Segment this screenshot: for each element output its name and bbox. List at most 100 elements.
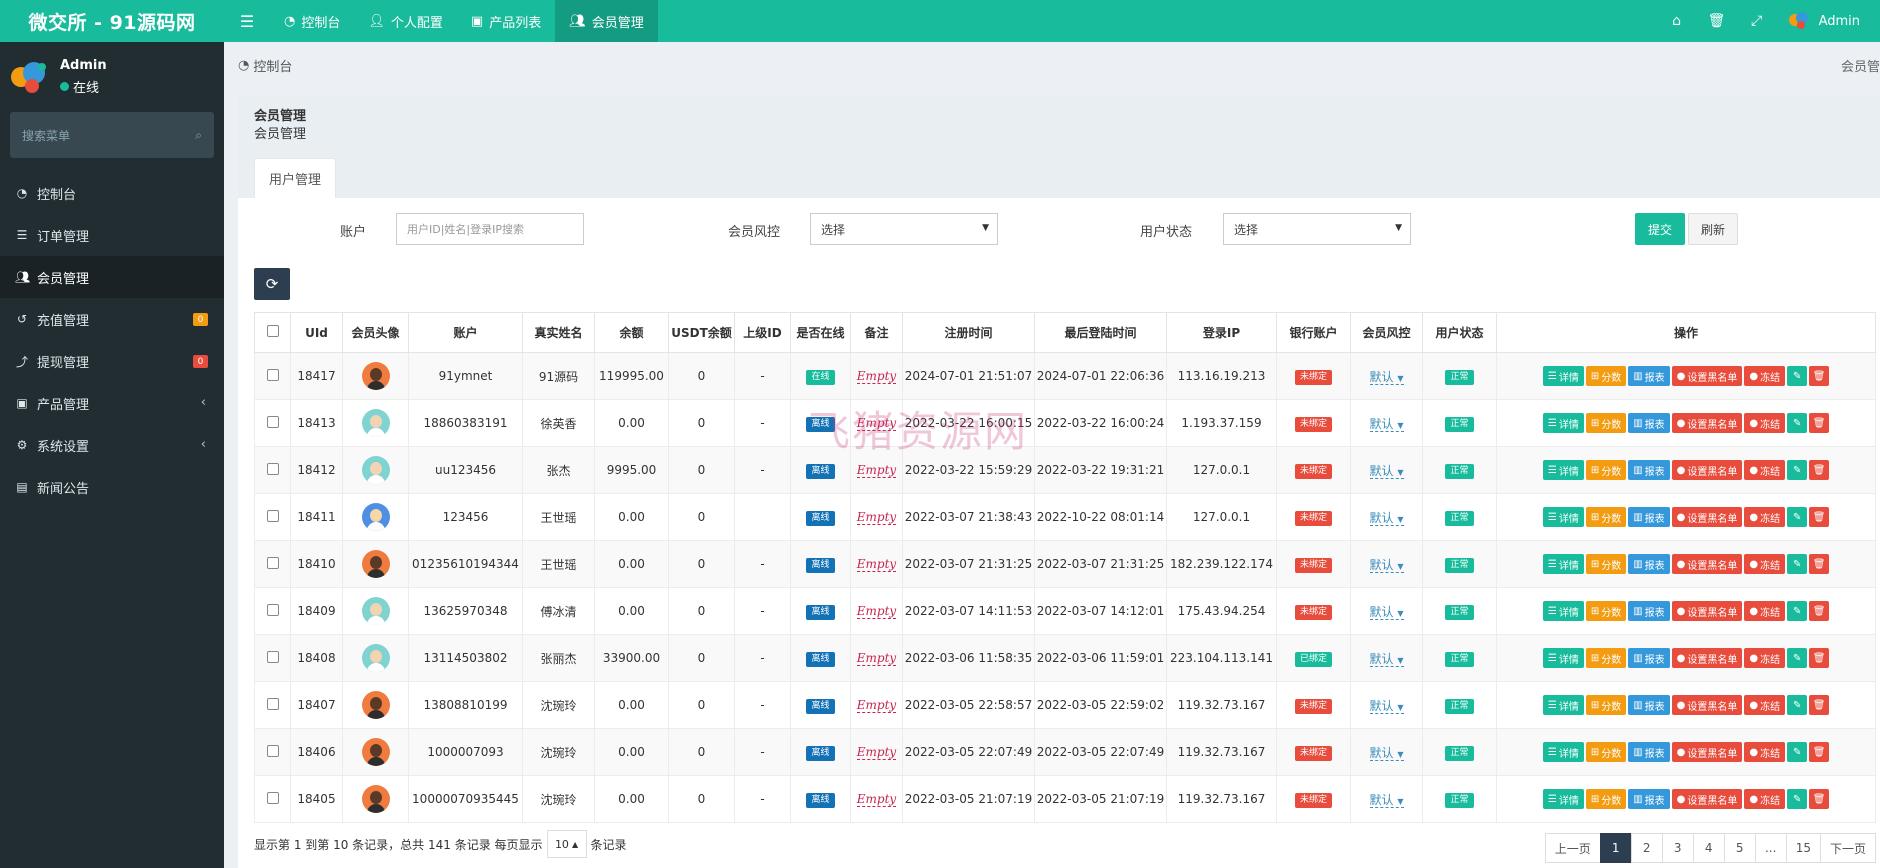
select-all-checkbox[interactable] xyxy=(266,325,279,337)
score-button[interactable]: ⊞ 分数 xyxy=(1585,413,1627,433)
next-page-button[interactable]: 下一页 xyxy=(1819,833,1876,863)
row-checkbox[interactable] xyxy=(266,791,279,804)
note-edit-link[interactable]: Empty xyxy=(856,698,897,713)
freeze-button[interactable]: ● 冻结 xyxy=(1744,648,1786,668)
refresh-button[interactable]: ⟳ xyxy=(254,268,290,300)
delete-button[interactable]: 🗑︎ xyxy=(1809,742,1830,762)
note-edit-link[interactable]: Empty xyxy=(856,369,897,384)
sidebar-item-settings[interactable]: ⚙ 系统设置 ‹ xyxy=(0,424,224,466)
note-edit-link[interactable]: Empty xyxy=(856,745,897,760)
edit-button[interactable]: ✎ xyxy=(1787,413,1808,433)
detail-button[interactable]: ☰ 详情 xyxy=(1542,789,1584,809)
nav-tab-dashboard[interactable]: ◔ 控制台 xyxy=(270,0,354,42)
row-checkbox[interactable] xyxy=(266,650,279,663)
freeze-button[interactable]: ● 冻结 xyxy=(1744,507,1786,527)
score-button[interactable]: ⊞ 分数 xyxy=(1585,366,1627,386)
freeze-button[interactable]: ● 冻结 xyxy=(1744,413,1786,433)
score-button[interactable]: ⊞ 分数 xyxy=(1585,742,1627,762)
score-button[interactable]: ⊞ 分数 xyxy=(1585,648,1627,668)
note-edit-link[interactable]: Empty xyxy=(856,651,897,666)
blacklist-button[interactable]: ● 设置黑名单 xyxy=(1671,695,1743,715)
risk-dropdown[interactable]: 默认 ▼ xyxy=(1369,369,1404,385)
risk-dropdown[interactable]: 默认 ▼ xyxy=(1369,557,1404,573)
col-header[interactable]: 最后登陆时间 xyxy=(1034,312,1167,353)
delete-button[interactable]: 🗑︎ xyxy=(1809,366,1830,386)
nav-tab-profile[interactable]: 👤︎ 个人配置 xyxy=(354,0,457,42)
edit-button[interactable]: ✎ xyxy=(1787,554,1808,574)
edit-button[interactable]: ✎ xyxy=(1787,742,1808,762)
trash-icon[interactable]: 🗑︎ xyxy=(1697,0,1737,42)
score-button[interactable]: ⊞ 分数 xyxy=(1585,460,1627,480)
score-button[interactable]: ⊞ 分数 xyxy=(1585,695,1627,715)
edit-button[interactable]: ✎ xyxy=(1787,460,1808,480)
note-edit-link[interactable]: Empty xyxy=(856,463,897,478)
report-button[interactable]: ▥ 报表 xyxy=(1628,648,1670,668)
blacklist-button[interactable]: ● 设置黑名单 xyxy=(1671,460,1743,480)
risk-dropdown[interactable]: 默认 ▼ xyxy=(1369,745,1404,761)
risk-dropdown[interactable]: 默认 ▼ xyxy=(1369,651,1404,667)
report-button[interactable]: ▥ 报表 xyxy=(1628,507,1670,527)
submit-button[interactable]: 提交 xyxy=(1635,213,1685,245)
note-edit-link[interactable]: Empty xyxy=(856,510,897,525)
blacklist-button[interactable]: ● 设置黑名单 xyxy=(1671,507,1743,527)
report-button[interactable]: ▥ 报表 xyxy=(1628,413,1670,433)
sidebar-item-orders[interactable]: ☰ 订单管理 xyxy=(0,214,224,256)
risk-dropdown[interactable]: 默认 ▼ xyxy=(1369,698,1404,714)
delete-button[interactable]: 🗑︎ xyxy=(1809,554,1830,574)
freeze-button[interactable]: ● 冻结 xyxy=(1744,601,1786,621)
detail-button[interactable]: ☰ 详情 xyxy=(1542,366,1584,386)
delete-button[interactable]: 🗑︎ xyxy=(1809,413,1830,433)
detail-button[interactable]: ☰ 详情 xyxy=(1542,648,1584,668)
page-button[interactable]: 4 xyxy=(1692,833,1725,863)
page-size-select[interactable]: 10 ▲ xyxy=(546,830,587,858)
freeze-button[interactable]: ● 冻结 xyxy=(1744,789,1786,809)
detail-button[interactable]: ☰ 详情 xyxy=(1542,507,1584,527)
delete-button[interactable]: 🗑︎ xyxy=(1809,695,1830,715)
col-header[interactable]: 余额 xyxy=(594,312,669,353)
status-select[interactable]: 选择 ▼ xyxy=(1223,213,1411,245)
blacklist-button[interactable]: ● 设置黑名单 xyxy=(1671,789,1743,809)
note-edit-link[interactable]: Empty xyxy=(856,557,897,572)
edit-button[interactable]: ✎ xyxy=(1787,366,1808,386)
freeze-button[interactable]: ● 冻结 xyxy=(1744,695,1786,715)
detail-button[interactable]: ☰ 详情 xyxy=(1542,460,1584,480)
report-button[interactable]: ▥ 报表 xyxy=(1628,695,1670,715)
edit-button[interactable]: ✎ xyxy=(1787,507,1808,527)
home-icon[interactable]: ⌂ xyxy=(1657,0,1697,42)
report-button[interactable]: ▥ 报表 xyxy=(1628,460,1670,480)
col-header[interactable]: 注册时间 xyxy=(902,312,1035,353)
delete-button[interactable]: 🗑︎ xyxy=(1809,789,1830,809)
row-checkbox[interactable] xyxy=(266,603,279,616)
nav-tab-products[interactable]: ▣ 产品列表 xyxy=(457,0,555,42)
edit-button[interactable]: ✎ xyxy=(1787,601,1808,621)
risk-dropdown[interactable]: 默认 ▼ xyxy=(1369,510,1404,526)
col-header[interactable]: UId xyxy=(290,312,343,353)
sidebar-search-input[interactable]: 搜索菜单 ⌕ xyxy=(10,112,214,158)
sidebar-item-members[interactable]: 👥︎ 会员管理 xyxy=(0,256,224,298)
blacklist-button[interactable]: ● 设置黑名单 xyxy=(1671,366,1743,386)
blacklist-button[interactable]: ● 设置黑名单 xyxy=(1671,413,1743,433)
risk-dropdown[interactable]: 默认 ▼ xyxy=(1369,604,1404,620)
sidebar-item-dashboard[interactable]: ◔ 控制台 xyxy=(0,172,224,214)
note-edit-link[interactable]: Empty xyxy=(856,604,897,619)
page-button[interactable]: 5 xyxy=(1723,833,1756,863)
breadcrumb-home[interactable]: 控制台 xyxy=(253,56,292,75)
report-button[interactable]: ▥ 报表 xyxy=(1628,742,1670,762)
user-menu[interactable]: Admin xyxy=(1777,10,1860,32)
row-checkbox[interactable] xyxy=(266,368,279,381)
note-edit-link[interactable]: Empty xyxy=(856,792,897,807)
report-button[interactable]: ▥ 报表 xyxy=(1628,366,1670,386)
fullscreen-icon[interactable]: ⤢ xyxy=(1737,0,1777,42)
delete-button[interactable]: 🗑︎ xyxy=(1809,460,1830,480)
blacklist-button[interactable]: ● 设置黑名单 xyxy=(1671,554,1743,574)
report-button[interactable]: ▥ 报表 xyxy=(1628,601,1670,621)
sidebar-item-news[interactable]: ▤ 新闻公告 xyxy=(0,466,224,508)
score-button[interactable]: ⊞ 分数 xyxy=(1585,789,1627,809)
row-checkbox[interactable] xyxy=(266,697,279,710)
menu-toggle-icon[interactable]: ☰ xyxy=(224,0,270,42)
prev-page-button[interactable]: 上一页 xyxy=(1544,833,1601,863)
note-edit-link[interactable]: Empty xyxy=(856,416,897,431)
edit-button[interactable]: ✎ xyxy=(1787,695,1808,715)
detail-button[interactable]: ☰ 详情 xyxy=(1542,601,1584,621)
nav-tab-members[interactable]: 👥︎ 会员管理 xyxy=(555,0,658,42)
